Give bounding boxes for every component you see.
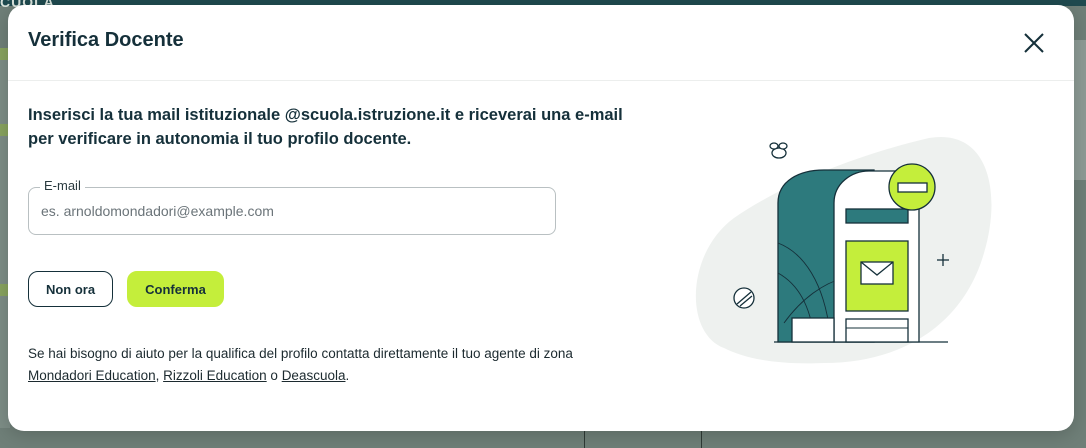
email-input[interactable] xyxy=(28,187,556,235)
close-button[interactable] xyxy=(1020,29,1048,57)
verify-teacher-modal: Verifica Docente Inserisci la tua mail i… xyxy=(8,5,1074,431)
help-separator: o xyxy=(266,368,282,383)
link-deascuola[interactable]: Deascuola xyxy=(282,368,346,383)
mailbox-illustration xyxy=(695,136,992,364)
link-rizzoli-education[interactable]: Rizzoli Education xyxy=(163,368,267,383)
bee-icon xyxy=(769,142,788,159)
help-suffix: . xyxy=(345,368,350,383)
not-now-button[interactable]: Non ora xyxy=(28,271,113,307)
modal-header: Verifica Docente xyxy=(8,5,1074,81)
email-field-group: E-mail xyxy=(28,178,556,235)
background-right-strip xyxy=(1072,40,1086,180)
email-label: E-mail xyxy=(40,178,85,193)
help-separator: , xyxy=(155,368,164,383)
help-text: Se hai bisogno di aiuto per la qualifica… xyxy=(28,343,588,387)
flag-icon xyxy=(888,163,936,211)
link-mondadori-education[interactable]: Mondadori Education xyxy=(28,368,156,383)
background-bottom-shape xyxy=(584,428,702,448)
envelope-icon xyxy=(860,261,894,285)
confirm-button[interactable]: Conferma xyxy=(127,271,224,307)
close-icon xyxy=(1024,33,1044,53)
modal-title: Verifica Docente xyxy=(28,29,184,51)
help-prefix: Se hai bisogno di aiuto per la qualifica… xyxy=(28,346,573,361)
intro-text: Inserisci la tua mail istituzionale @scu… xyxy=(28,106,623,148)
ball-icon xyxy=(733,287,755,309)
